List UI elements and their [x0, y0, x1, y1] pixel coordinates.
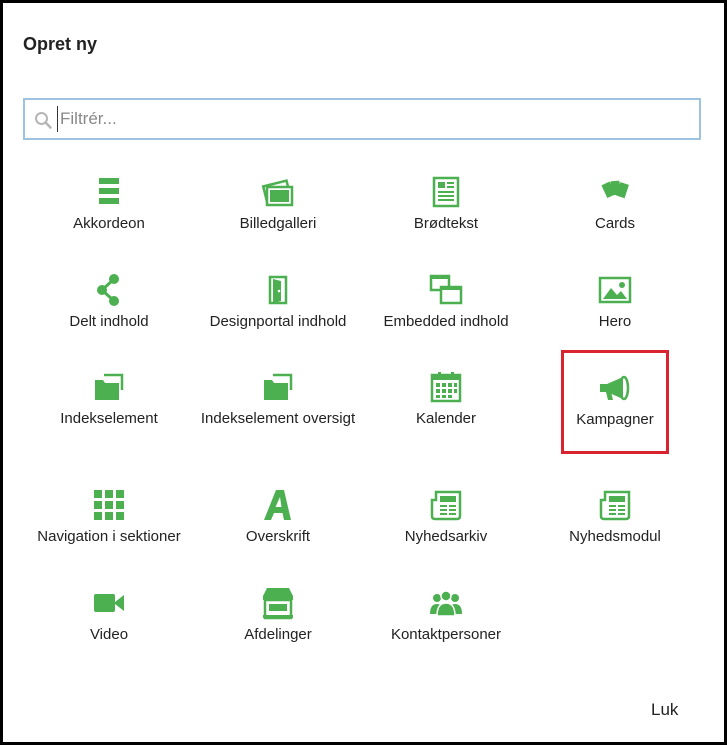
- tile-label: Embedded indhold: [383, 313, 509, 330]
- tile-overskrift[interactable]: Overskrift: [198, 488, 358, 547]
- tile-label: Designportal indhold: [209, 313, 347, 330]
- image-icon: [598, 276, 632, 304]
- tile-cards[interactable]: Cards: [535, 175, 695, 234]
- dialog-title: Opret ny: [23, 34, 98, 54]
- tile-label: Kontaktpersoner: [390, 626, 502, 643]
- tile-label: Hero: [598, 313, 632, 330]
- tile-video[interactable]: Video: [29, 586, 189, 645]
- newspaper-icon: [599, 490, 631, 521]
- filter-box[interactable]: [23, 98, 701, 140]
- door-icon: [268, 275, 288, 305]
- video-camera-icon: [94, 594, 124, 612]
- tile-kalender[interactable]: Kalender: [366, 370, 526, 429]
- tile-label: Akkordeon: [73, 215, 145, 232]
- tile-label: Billedgalleri: [239, 215, 317, 232]
- share-icon: [97, 274, 119, 306]
- tile-embedded-indhold[interactable]: Embedded indhold: [366, 273, 526, 332]
- search-icon: [35, 112, 52, 129]
- tile-label: Indekselement: [60, 410, 158, 427]
- storefront-icon: [263, 588, 293, 620]
- article-icon: [432, 176, 460, 208]
- calendar-icon: [430, 372, 462, 403]
- close-button[interactable]: Luk: [651, 700, 678, 720]
- tile-label: Afdelinger: [244, 626, 312, 643]
- folder-icon: [264, 373, 293, 400]
- filter-input[interactable]: [57, 106, 680, 132]
- tile-hero[interactable]: Hero: [535, 273, 695, 332]
- tile-akkordeon[interactable]: Akkordeon: [29, 175, 189, 234]
- tile-label: Brødtekst: [413, 215, 479, 232]
- folder-icon: [95, 373, 124, 400]
- photo-stack-icon: [261, 179, 294, 207]
- tile-navigation-i-sektioner[interactable]: Navigation i sektioner: [29, 488, 189, 547]
- tile-nyhedsmodul[interactable]: Nyhedsmodul: [535, 488, 695, 547]
- windows-icon: [429, 274, 463, 305]
- tile-label: Delt indhold: [69, 313, 149, 330]
- tile-label: Nyhedsarkiv: [404, 528, 488, 545]
- megaphone-icon: [600, 375, 630, 401]
- tile-label: Cards: [594, 215, 635, 232]
- list-lines-icon: [99, 178, 119, 204]
- letter-a-icon: [264, 490, 291, 520]
- tile-designportal-indhold[interactable]: Designportal indhold: [198, 273, 358, 332]
- newspaper-icon: [430, 490, 462, 521]
- tile-label: Indekselement oversigt: [200, 410, 356, 427]
- tile-delt-indhold[interactable]: Delt indhold: [29, 273, 189, 332]
- tile-indekselement[interactable]: Indekselement: [29, 370, 189, 429]
- tile-label: Nyhedsmodul: [569, 528, 661, 545]
- create-new-dialog: Opret ny Akkordeon Billedgalleri: [0, 0, 727, 745]
- tile-label: Kalender: [415, 410, 477, 427]
- tile-afdelinger[interactable]: Afdelinger: [198, 586, 358, 645]
- tile-nyhedsarkiv[interactable]: Nyhedsarkiv: [366, 488, 526, 547]
- tile-label: Overskrift: [245, 528, 311, 545]
- tile-label: Navigation i sektioner: [37, 528, 181, 545]
- tile-billedgalleri[interactable]: Billedgalleri: [198, 175, 358, 234]
- tile-kontaktpersoner[interactable]: Kontaktpersoner: [366, 586, 526, 645]
- tile-label: Kampagner: [576, 411, 654, 428]
- tile-indekselement-oversigt[interactable]: Indekselement oversigt: [198, 370, 358, 429]
- grid-icon: [94, 490, 124, 520]
- cards-icon: [601, 180, 629, 199]
- tile-kampagner[interactable]: Kampagner: [561, 350, 669, 454]
- tile-label: Video: [89, 626, 129, 643]
- tile-broedtekst[interactable]: Brødtekst: [366, 175, 526, 234]
- people-group-icon: [430, 590, 462, 617]
